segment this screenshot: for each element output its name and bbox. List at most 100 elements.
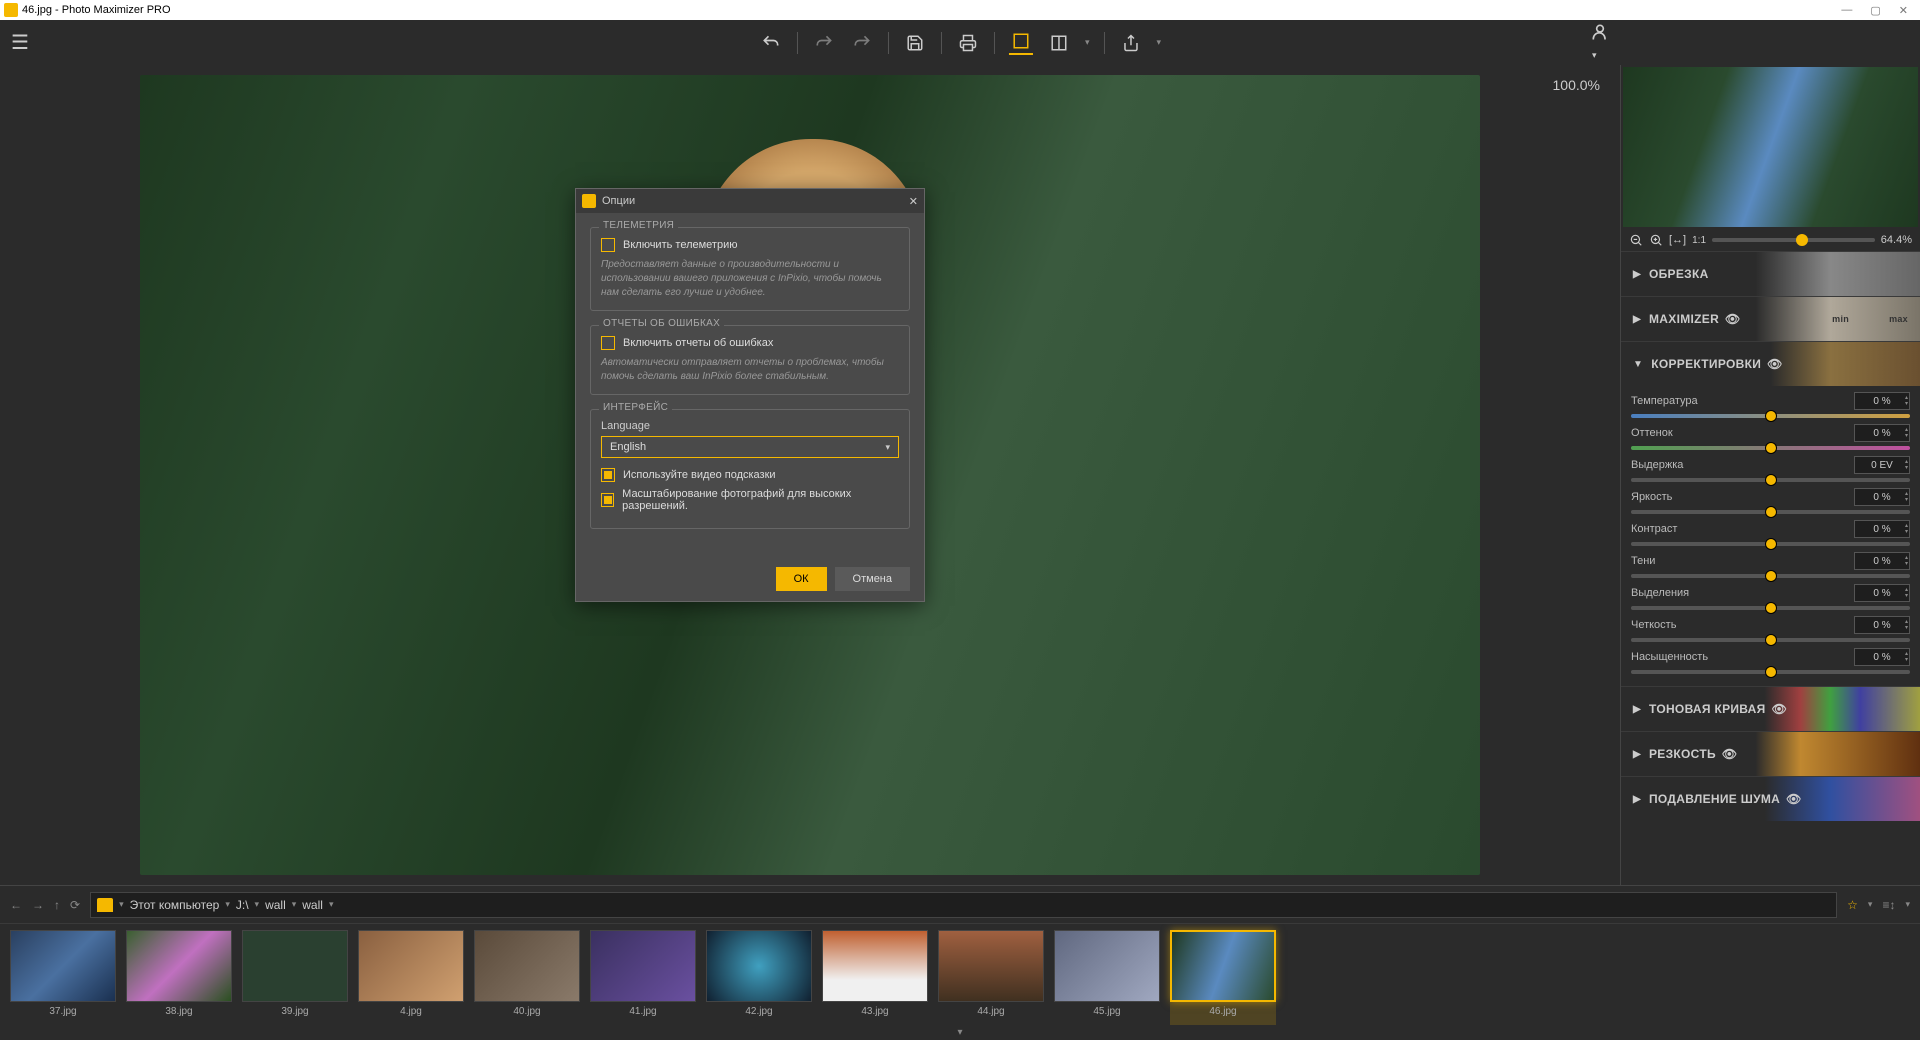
thumbnail[interactable]: 44.jpg [938,930,1044,1025]
adjustment-slider[interactable] [1631,670,1910,674]
adjustment-value[interactable]: 0 %▴▾ [1854,520,1910,538]
panel-tone-curve[interactable]: ▶ ТОНОВАЯ КРИВАЯ 👁 [1621,687,1920,731]
eye-icon[interactable]: 👁 [1725,312,1741,326]
collapse-filmstrip-icon[interactable]: ▾ [0,1025,1920,1040]
redo-forward-button[interactable] [850,31,874,55]
adjustment-value[interactable]: 0 %▴▾ [1854,552,1910,570]
save-button[interactable] [903,31,927,55]
spinner-icon[interactable]: ▴▾ [1905,555,1908,567]
preview-zoom-slider[interactable] [1712,238,1875,242]
nav-forward-icon[interactable]: → [32,898,44,912]
eye-icon[interactable]: 👁 [1767,357,1783,371]
nav-back-icon[interactable]: ← [10,898,22,912]
share-button[interactable] [1119,31,1143,55]
zoom-out-icon[interactable] [1629,233,1643,247]
zoom-in-icon[interactable] [1649,233,1663,247]
video-hints-checkbox[interactable] [601,468,615,482]
spinner-icon[interactable]: ▴▾ [1905,459,1908,471]
telemetry-checkbox[interactable] [601,238,615,252]
breadcrumb-folder1[interactable]: wall [265,898,286,912]
adjustment-slider[interactable] [1631,542,1910,546]
close-icon[interactable]: ✕ [1899,4,1908,17]
thumbnail[interactable]: 45.jpg [1054,930,1160,1025]
thumbnail[interactable]: 4.jpg [358,930,464,1025]
spinner-icon[interactable]: ▴▾ [1905,395,1908,407]
nav-refresh-icon[interactable]: ⟳ [70,898,80,912]
chevron-down-icon[interactable]: ▾ [1157,37,1162,48]
panel-crop[interactable]: ▶ ОБРЕЗКА [1621,252,1920,296]
panel-sharpness[interactable]: ▶ РЕЗКОСТЬ 👁 [1621,732,1920,776]
chevron-down-icon[interactable]: ▾ [255,899,260,910]
view-split-button[interactable] [1047,31,1071,55]
adjustment-slider[interactable] [1631,606,1910,610]
eye-icon[interactable]: 👁 [1722,747,1738,761]
close-icon[interactable]: ✕ [909,195,918,208]
panel-corrections[interactable]: ▼ КОРРЕКТИРОВКИ 👁 [1621,342,1920,386]
chevron-down-icon[interactable]: ▾ [1868,899,1873,910]
undo-button[interactable] [759,31,783,55]
adjustment-slider[interactable] [1631,478,1910,482]
adjustment-slider[interactable] [1631,510,1910,514]
chevron-down-icon[interactable]: ▾ [1905,899,1910,910]
preview-zoom-value: 64.4% [1881,234,1912,246]
view-single-button[interactable] [1009,31,1033,55]
breadcrumb-root[interactable]: Этот компьютер [130,898,220,912]
errors-checkbox[interactable] [601,336,615,350]
adjustment-slider[interactable] [1631,446,1910,450]
eye-icon[interactable]: 👁 [1786,792,1802,806]
ok-button[interactable]: ОК [776,567,827,591]
thumbnail-filename: 4.jpg [400,1006,422,1017]
nav-up-icon[interactable]: ↑ [54,898,60,912]
adjustment-slider[interactable] [1631,574,1910,578]
adjustment-value[interactable]: 0 %▴▾ [1854,424,1910,442]
spinner-icon[interactable]: ▴▾ [1905,651,1908,663]
actual-size-icon[interactable]: 1:1 [1692,235,1706,246]
spinner-icon[interactable]: ▴▾ [1905,587,1908,599]
spinner-icon[interactable]: ▴▾ [1905,491,1908,503]
thumbnail[interactable]: 39.jpg [242,930,348,1025]
breadcrumb-folder2[interactable]: wall [302,898,323,912]
adjustment-slider[interactable] [1631,638,1910,642]
breadcrumb[interactable]: ▾ Этот компьютер ▾ J:\ ▾ wall ▾ wall ▾ [90,892,1837,918]
dialog-titlebar[interactable]: Опции ✕ [576,189,924,213]
chevron-down-icon[interactable]: ▾ [292,899,297,910]
fit-screen-icon[interactable]: [↔] [1669,234,1686,246]
adjustment-value[interactable]: 0 %▴▾ [1854,392,1910,410]
thumbnail[interactable]: 43.jpg [822,930,928,1025]
chevron-down-icon[interactable]: ▾ [225,899,230,910]
cancel-button[interactable]: Отмена [835,567,910,591]
chevron-down-icon[interactable]: ▾ [1085,37,1090,48]
maximize-icon[interactable]: ▢ [1870,4,1880,17]
chevron-down-icon[interactable]: ▾ [329,899,334,910]
adjustment-value[interactable]: 0 %▴▾ [1854,616,1910,634]
preview-thumbnail[interactable] [1623,67,1918,227]
spinner-icon[interactable]: ▴▾ [1905,427,1908,439]
chevron-down-icon[interactable]: ▾ [119,899,124,910]
spinner-icon[interactable]: ▴▾ [1905,523,1908,535]
eye-icon[interactable]: 👁 [1772,702,1788,716]
hires-scale-checkbox[interactable] [601,493,614,507]
adjustment-slider[interactable] [1631,414,1910,418]
menu-hamburger-icon[interactable]: ☰ [0,30,40,55]
user-account-icon[interactable]: ▾ [1590,22,1610,63]
thumbnail[interactable]: 42.jpg [706,930,812,1025]
panel-noise[interactable]: ▶ ПОДАВЛЕНИЕ ШУМА 👁 [1621,777,1920,821]
thumbnail[interactable]: 38.jpg [126,930,232,1025]
favorite-star-icon[interactable]: ☆ [1847,898,1858,912]
spinner-icon[interactable]: ▴▾ [1905,619,1908,631]
panel-maximizer[interactable]: ▶ MAXIMIZER 👁 min max [1621,297,1920,341]
thumbnail[interactable]: 41.jpg [590,930,696,1025]
adjustment-value[interactable]: 0 %▴▾ [1854,648,1910,666]
thumbnail[interactable]: 46.jpg [1170,930,1276,1025]
adjustment-value[interactable]: 0 %▴▾ [1854,584,1910,602]
minimize-icon[interactable]: — [1841,4,1852,17]
redo-button[interactable] [812,31,836,55]
sort-icon[interactable]: ≡↕ [1882,898,1895,912]
breadcrumb-drive[interactable]: J:\ [236,898,249,912]
thumbnail[interactable]: 40.jpg [474,930,580,1025]
adjustment-value[interactable]: 0 %▴▾ [1854,488,1910,506]
adjustment-value[interactable]: 0 EV▴▾ [1854,456,1910,474]
thumbnail[interactable]: 37.jpg [10,930,116,1025]
language-select[interactable]: English ▾ [601,436,899,458]
print-button[interactable] [956,31,980,55]
